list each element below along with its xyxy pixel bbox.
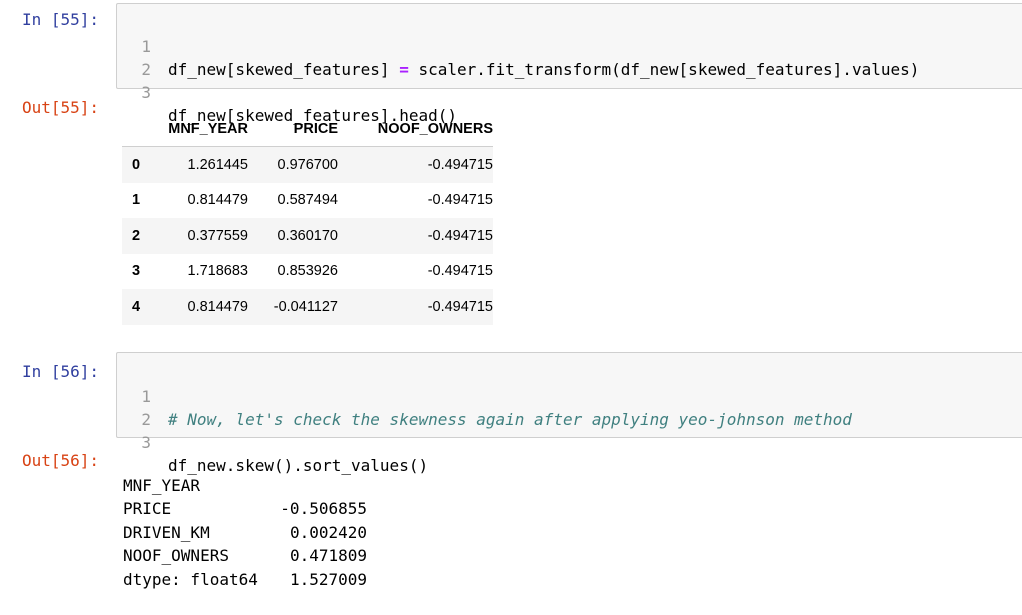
table-row: 4 0.814479 -0.041127 -0.494715 [122, 289, 493, 325]
dataframe-output: MNF_YEAR PRICE NOOF_OWNERS 0 1.261445 0.… [122, 112, 493, 325]
table-cell: 0.814479 [187, 192, 248, 209]
series-row: MNF_YEAR -0.506855 [123, 450, 367, 519]
code-line: 2 [117, 385, 1022, 429]
series-row: PRICE 0.002420 [123, 474, 367, 542]
series-row: NOOF_OWNERS 1.527009 [123, 521, 367, 589]
row-index: 4 [131, 298, 141, 315]
table-cell: 0.976700 [277, 156, 338, 173]
table-header-price: PRICE [248, 112, 338, 147]
code-cell-56[interactable]: 1 # Now, let's check the skewness again … [116, 352, 1022, 475]
row-index: 0 [131, 156, 141, 173]
table-header-index [122, 112, 150, 147]
table-cell: -0.041127 [273, 298, 338, 315]
output-prompt-55: Out[55]: [22, 98, 100, 117]
table-cell: 1.718683 [187, 263, 248, 280]
input-prompt-55: In [55]: [22, 10, 100, 29]
table-row: 0 1.261445 0.976700 -0.494715 [122, 146, 493, 183]
table-row: 2 0.377559 0.360170 -0.494715 [122, 218, 493, 254]
row-index: 1 [131, 192, 141, 209]
table-cell: 0.814479 [187, 298, 248, 315]
input-prompt-56: In [56]: [22, 362, 100, 381]
table-cell: 1.261445 [187, 156, 248, 173]
table-cell: 0.377559 [187, 227, 248, 244]
table-row: 1 0.814479 0.587494 -0.494715 [122, 183, 493, 219]
table-cell: 0.587494 [277, 192, 338, 209]
series-row: DRIVEN_KM 0.471809 [123, 497, 367, 566]
table-header-mnf-year: MNF_YEAR [150, 112, 248, 147]
table-cell: 0.360170 [277, 227, 338, 244]
table-cell: -0.494715 [427, 156, 493, 173]
row-index: 2 [131, 227, 141, 244]
dtype-text: dtype: float64 [123, 569, 258, 589]
line-number: 3 [141, 83, 151, 102]
table-cell: -0.494715 [427, 298, 493, 315]
table-cell: -0.494715 [427, 227, 493, 244]
series-output: MNF_YEAR -0.506855 PRICE 0.002420 DRIVEN… [123, 450, 367, 589]
table-row: 3 1.718683 0.853926 -0.494715 [122, 254, 493, 290]
table-header-row: MNF_YEAR PRICE NOOF_OWNERS [122, 112, 493, 147]
code-line: 3 df_new[skewed_features].head() [117, 58, 1022, 125]
row-index: 3 [131, 263, 141, 280]
code-line: 1 # Now, let's check the skewness again … [117, 362, 1022, 429]
code-line: 1 df_new[skewed_features] = scaler.fit_t… [117, 12, 1022, 79]
table-cell: -0.494715 [427, 263, 493, 280]
code-line: 2 [117, 35, 1022, 79]
code-line: 3 df_new.skew().sort_values() [117, 408, 1022, 475]
series-value: 1.527009 [289, 569, 367, 589]
dtype-line: dtype: float64 [123, 544, 367, 589]
table-header-noof-owners: NOOF_OWNERS [338, 112, 493, 147]
table-cell: 0.853926 [277, 263, 338, 280]
code-cell-55[interactable]: 1 df_new[skewed_features] = scaler.fit_t… [116, 3, 1022, 125]
output-prompt-56: Out[56]: [22, 451, 100, 470]
table-cell: -0.494715 [427, 192, 493, 209]
